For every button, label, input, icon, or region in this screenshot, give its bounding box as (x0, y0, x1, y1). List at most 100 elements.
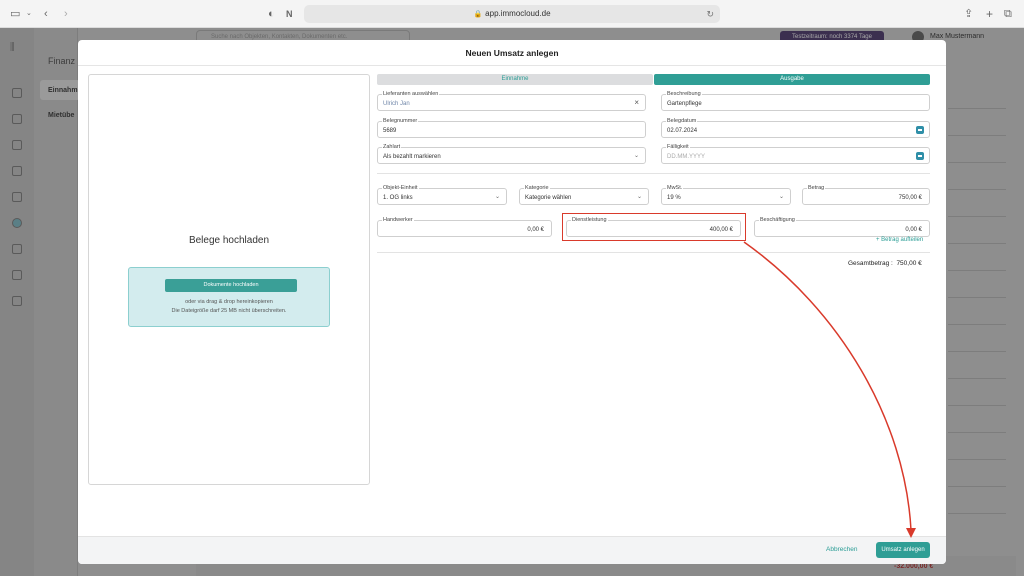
table-row (948, 513, 1006, 514)
browser-toolbar: ▭ ⌄ ‹ › ◐ N 🔒 app.immocloud.de ↻ ⇪ + ⧉ (0, 0, 1024, 28)
craftsman-label: Handwerker (382, 216, 414, 224)
cancel-button[interactable]: Abbrechen (826, 546, 857, 553)
contacts-icon[interactable] (12, 140, 22, 150)
category-select[interactable]: Kategorie Kategorie wählen ⌄ (519, 184, 649, 205)
chevron-down-icon[interactable]: ⌄ (637, 193, 642, 201)
create-transaction-button[interactable]: Umsatz anlegen (876, 542, 930, 558)
calendar-icon[interactable] (916, 126, 924, 134)
unit-select[interactable]: Objekt-Einheit 1. OG links ⌄ (377, 184, 507, 205)
back-icon[interactable]: ‹ (44, 8, 48, 20)
vat-select[interactable]: MwSt. 19 % ⌄ (661, 184, 791, 205)
employment-label: Beschäftigung (759, 216, 796, 224)
dashboard-icon[interactable] (12, 88, 22, 98)
receipt-date-label: Belegdatum (666, 117, 698, 125)
background-amount: -32.000,00 € (894, 563, 934, 570)
shield-icon[interactable]: ◐ (268, 8, 275, 20)
reload-icon[interactable]: ↻ (706, 5, 714, 23)
modal-footer: Abbrechen Umsatz anlegen (78, 536, 946, 564)
payment-type-label: Zahlart (382, 143, 402, 151)
archive-icon[interactable] (12, 296, 22, 306)
employment-field[interactable]: Beschäftigung 0,00 € (754, 216, 930, 237)
calendar-icon[interactable] (916, 152, 924, 160)
table-row (948, 162, 1006, 163)
table-row (948, 135, 1006, 136)
app-subnav (34, 28, 78, 576)
receipt-date-field[interactable]: Belegdatum 02.07.2024 (661, 117, 930, 138)
amount-label: Betrag (807, 184, 826, 192)
chevron-down-icon[interactable]: ⌄ (26, 8, 32, 20)
tabs-overview-icon[interactable]: ⧉ (1004, 8, 1012, 20)
vat-value: 19 % (667, 195, 681, 201)
app-logo-icon: ⫼ (10, 42, 15, 53)
annotation-highlight-box (562, 213, 746, 241)
upload-documents-button[interactable]: Dokumente hochladen (165, 279, 297, 292)
upload-title: Belege hochladen (188, 235, 270, 246)
payment-type-select[interactable]: Zahlart Als bezahlt markieren ⌄ (377, 143, 646, 164)
notion-icon[interactable]: N (286, 8, 293, 20)
chevron-down-icon[interactable]: ⌄ (779, 193, 784, 201)
payment-type-value: Als bezahlt markieren (383, 154, 441, 160)
due-date-placeholder: DD.MM.YYYY (667, 154, 706, 160)
receipt-date-value: 02.07.2024 (667, 128, 698, 134)
table-row (948, 243, 1006, 244)
dropzone-hint: oder via drag & drop hereinkopieren (185, 299, 273, 305)
table-row (948, 378, 1006, 379)
app-sidebar: ⫼ (0, 28, 34, 576)
receipt-number-field[interactable]: Belegnummer 5689 (377, 117, 646, 138)
user-name[interactable]: Max Mustermann (930, 33, 984, 40)
home-icon[interactable] (12, 114, 22, 124)
employment-value: 0,00 € (905, 227, 922, 233)
amount-value: 750,00 € (898, 195, 922, 201)
dropzone-size-hint: Die Dateigröße darf 25 MB nicht überschr… (171, 308, 287, 314)
table-row (948, 405, 1006, 406)
table-row (948, 324, 1006, 325)
divider (377, 173, 930, 174)
total-amount: Gesamtbetrag : 750,00 € (848, 260, 922, 267)
tab-income[interactable]: Einnahme (377, 74, 653, 85)
table-row (948, 486, 1006, 487)
category-value: Kategorie wählen (525, 195, 572, 201)
due-date-field[interactable]: Fälligkeit DD.MM.YYYY (661, 143, 930, 164)
total-value: 750,00 € (896, 260, 922, 267)
table-row (948, 351, 1006, 352)
receipt-upload-panel[interactable]: Belege hochladen Dokumente hochladen ode… (88, 74, 370, 485)
new-tab-icon[interactable]: + (986, 8, 993, 20)
description-field[interactable]: Beschreibung Gartenpflege (661, 90, 930, 111)
unit-value: 1. OG links (383, 195, 413, 201)
table-row (948, 297, 1006, 298)
address-bar[interactable]: 🔒 app.immocloud.de ↻ (304, 5, 720, 23)
dropzone[interactable]: Dokumente hochladen oder via drag & drop… (128, 267, 330, 327)
divider (377, 252, 930, 253)
craftsman-value: 0,00 € (527, 227, 544, 233)
card-icon[interactable] (12, 270, 22, 280)
table-row (948, 459, 1006, 460)
subnav-item-income[interactable]: Einnahm (48, 87, 78, 94)
lock-icon: 🔒 (473, 11, 483, 18)
finance-icon[interactable] (12, 218, 22, 228)
receipt-number-value: 5689 (383, 128, 397, 134)
supplier-select[interactable]: Lieferanten auswählen Ulrich Jan × (377, 90, 646, 111)
url-text: app.immocloud.de (485, 9, 551, 18)
split-amount-link[interactable]: + Betrag aufteilen (876, 237, 923, 243)
supplier-label: Lieferanten auswählen (382, 90, 440, 98)
modal-title: Neuen Umsatz anlegen (78, 40, 946, 66)
table-row (948, 270, 1006, 271)
chevron-down-icon[interactable]: ⌄ (634, 152, 639, 160)
documents-icon[interactable] (12, 166, 22, 176)
calendar-icon[interactable] (12, 192, 22, 202)
category-label: Kategorie (524, 184, 550, 192)
new-transaction-modal: Neuen Umsatz anlegen Belege hochladen Do… (78, 40, 946, 564)
description-value: Gartenpflege (667, 101, 702, 107)
clear-icon[interactable]: × (634, 98, 639, 107)
craftsman-field[interactable]: Handwerker 0,00 € (377, 216, 552, 237)
forward-icon[interactable]: › (64, 8, 68, 20)
subnav-item-rent[interactable]: Mietübe (48, 112, 74, 119)
share-icon[interactable]: ⇪ (964, 8, 973, 20)
tab-expense[interactable]: Ausgabe (654, 74, 930, 85)
chevron-down-icon[interactable]: ⌄ (495, 193, 500, 201)
table-row (948, 216, 1006, 217)
unit-label: Objekt-Einheit (382, 184, 419, 192)
bank-icon[interactable] (12, 244, 22, 254)
amount-field[interactable]: Betrag 750,00 € (802, 184, 930, 205)
sidebar-toggle-icon[interactable]: ▭ (10, 8, 20, 20)
